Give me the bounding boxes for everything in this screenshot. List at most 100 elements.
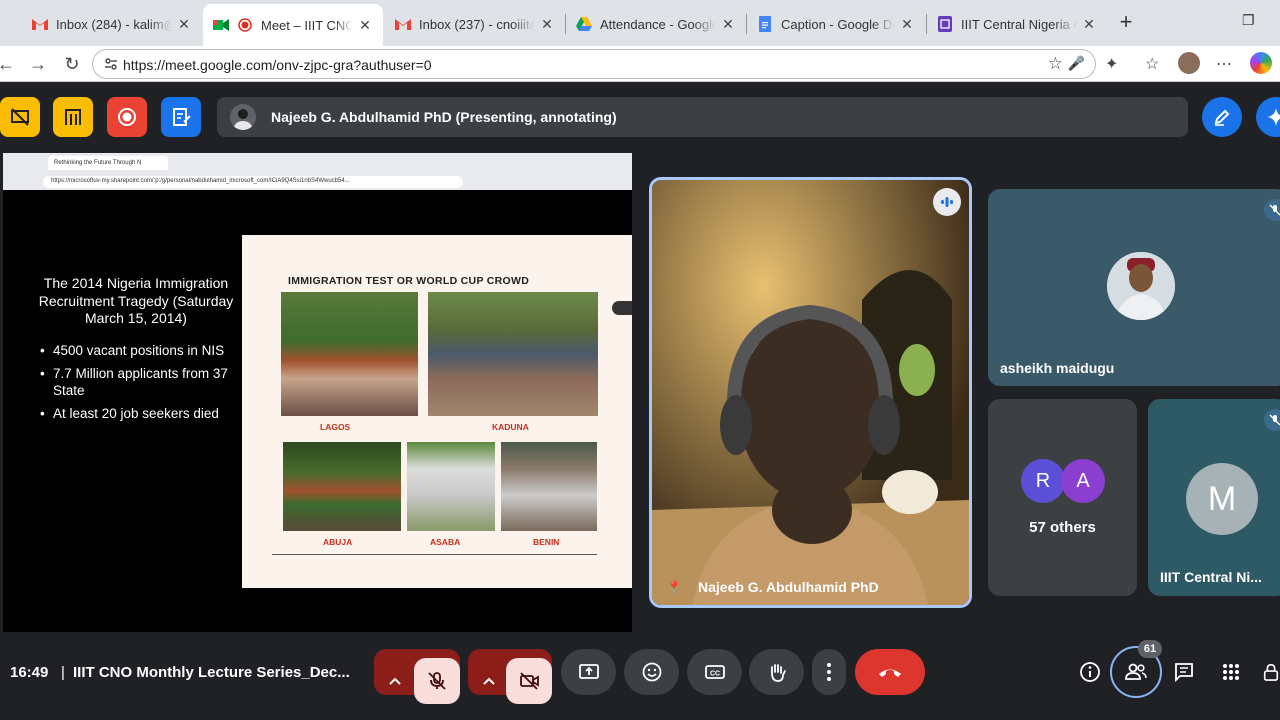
caption-benin: BENIN: [533, 537, 560, 547]
others-avatar-a: A: [1061, 459, 1105, 503]
others-tile[interactable]: R A 57 others: [988, 399, 1137, 596]
captions-button[interactable]: CC: [687, 649, 742, 695]
muted-mic-icon: [1264, 199, 1280, 221]
browser-toolbar: ← → ↻ https://meet.google.com/onv-zjpc-g…: [0, 46, 1280, 82]
presenter-label: Najeeb G. Abdulhamid PhD (Presenting, an…: [271, 109, 617, 125]
more-menu-icon[interactable]: ⋯: [1216, 54, 1232, 74]
title-separator: |: [61, 664, 65, 681]
chat-icon[interactable]: [1172, 660, 1196, 684]
tab-title: Inbox (237) - cnoiiit@gm: [419, 16, 535, 32]
annotate-button[interactable]: [1202, 97, 1242, 137]
leave-call-button[interactable]: [855, 649, 925, 695]
shared-tab: Rethinking the Future Through N: [48, 156, 168, 170]
gemini-button[interactable]: [1256, 97, 1280, 137]
site-info-icon[interactable]: [103, 56, 119, 72]
activities-grid-icon[interactable]: [1219, 660, 1243, 684]
browser-tab-docs[interactable]: Caption - Google Docs ✕: [747, 6, 925, 42]
reactions-button[interactable]: [624, 649, 679, 695]
collage-divider: [272, 554, 597, 555]
caption-asaba: ASABA: [430, 537, 461, 547]
tab-title: Caption - Google Docs: [781, 16, 895, 32]
meeting-info-icon[interactable]: [1078, 660, 1102, 684]
notes-button[interactable]: [161, 97, 201, 137]
copilot-icon[interactable]: [1250, 52, 1272, 74]
shared-url: https://microsoftuv-my.sharepoint.com/:p…: [43, 176, 463, 188]
mic-off-icon: [428, 672, 446, 690]
bookmark-star-icon[interactable]: ☆: [1048, 54, 1063, 74]
video-options-button[interactable]: [468, 658, 510, 704]
close-tab-icon[interactable]: ✕: [899, 16, 915, 33]
people-count-badge: 61: [1138, 640, 1162, 658]
active-speaker-tile[interactable]: 📍 Najeeb G. Abdulhamid PhD: [649, 177, 972, 608]
slide-text-block: The 2014 Nigeria Immigration Recruitment…: [36, 275, 236, 428]
speaking-indicator-icon: [933, 188, 961, 216]
profile-avatar[interactable]: [1178, 52, 1200, 74]
reload-icon[interactable]: ↻: [60, 52, 84, 76]
tab-title: Inbox (284) - kalim@iiitc: [56, 16, 172, 32]
raise-hand-button[interactable]: [749, 649, 804, 695]
slide-bullets: 4500 vacant positions in NIS 7.7 Million…: [36, 342, 236, 422]
presenter-banner: Najeeb G. Abdulhamid PhD (Presenting, an…: [217, 97, 1188, 137]
forms-icon: [937, 16, 953, 32]
pin-icon[interactable]: 📍: [666, 580, 682, 596]
meet-window: { "browser": { "tabs": [ {"title": "Inbo…: [0, 0, 1280, 720]
sparkle-icon: [1267, 108, 1280, 126]
participant-name: asheikh maidugu: [1000, 360, 1115, 376]
mic-search-icon[interactable]: 🎤: [1068, 55, 1085, 72]
caption-abuja: ABUJA: [323, 537, 353, 547]
participant-tile[interactable]: M IIIT Central Ni...: [1148, 399, 1280, 596]
more-vert-icon: [827, 663, 831, 681]
bullet-item: 4500 vacant positions in NIS: [36, 342, 236, 359]
shared-screen: Rethinking the Future Through N https://…: [3, 153, 632, 632]
close-tab-icon[interactable]: ✕: [720, 16, 736, 33]
record-icon: [118, 108, 136, 126]
pen-icon: [1214, 109, 1230, 126]
browser-tab-gmail-1[interactable]: Inbox (284) - kalim@iiitc ✕: [22, 6, 202, 42]
browser-tab-drive[interactable]: Attendance - Google Dr ✕: [566, 6, 746, 42]
participant-tile[interactable]: asheikh maidugu: [988, 189, 1280, 386]
more-options-button[interactable]: [812, 649, 846, 695]
extensions-icon[interactable]: ✦: [1105, 54, 1118, 74]
photo-kaduna: [428, 292, 598, 416]
address-bar[interactable]: https://meet.google.com/onv-zjpc-gra?aut…: [92, 49, 1096, 79]
pin-layout-button[interactable]: [53, 97, 93, 137]
caption-lagos: LAGOS: [320, 422, 351, 432]
tab-title: Attendance - Google Dr: [600, 16, 716, 32]
present-screen-button[interactable]: [561, 649, 616, 695]
photo-abuja: [283, 442, 401, 531]
browser-tab-gmail-2[interactable]: Inbox (237) - cnoiiit@gm ✕: [385, 6, 565, 42]
photo-benin: [501, 442, 597, 531]
new-tab-button[interactable]: +: [1114, 11, 1138, 35]
caption-kaduna: KADUNA: [492, 422, 529, 432]
docs-icon: [757, 16, 773, 32]
close-tab-icon[interactable]: ✕: [1081, 16, 1097, 33]
bullet-item: At least 20 job seekers died: [36, 405, 236, 422]
slide-image-collage: IMMIGRATION TEST OR WORLD CUP CROWD LAGO…: [242, 235, 632, 588]
tab-title: IIIT Central Nigeria Offic: [961, 16, 1077, 32]
close-tab-icon[interactable]: ✕: [357, 17, 373, 34]
slide-side-toggle[interactable]: [612, 301, 632, 315]
browser-tab-forms[interactable]: IIIT Central Nigeria Offic ✕: [927, 6, 1107, 42]
mic-toggle-button[interactable]: [414, 658, 460, 704]
audio-options-button[interactable]: [374, 658, 416, 704]
recording-button[interactable]: [107, 97, 147, 137]
back-icon[interactable]: ←: [0, 52, 18, 76]
forward-icon[interactable]: →: [26, 52, 50, 76]
hide-presentation-button[interactable]: [0, 97, 40, 137]
host-controls-lock-icon[interactable]: [1262, 660, 1280, 684]
meeting-controls-bar: 16:49 | IIIT CNO Monthly Lecture Series_…: [0, 640, 1280, 712]
meeting-title: IIIT CNO Monthly Lecture Series_Dec...: [73, 664, 350, 681]
favorites-icon[interactable]: ☆: [1145, 54, 1159, 74]
camera-off-icon: [520, 672, 539, 690]
camera-toggle-button[interactable]: [506, 658, 552, 704]
close-tab-icon[interactable]: ✕: [176, 16, 192, 33]
restore-window-icon[interactable]: ❐: [1242, 12, 1255, 29]
close-tab-icon[interactable]: ✕: [539, 16, 555, 33]
browser-tab-meet[interactable]: Meet – IIIT CNO Mo ✕: [203, 4, 383, 46]
recording-dot-icon: [237, 17, 253, 33]
speaker-video: [652, 180, 969, 605]
drive-icon: [576, 16, 592, 32]
photo-lagos: [281, 292, 418, 416]
emoji-icon: [642, 662, 661, 682]
svg-text:CC: CC: [709, 671, 719, 678]
